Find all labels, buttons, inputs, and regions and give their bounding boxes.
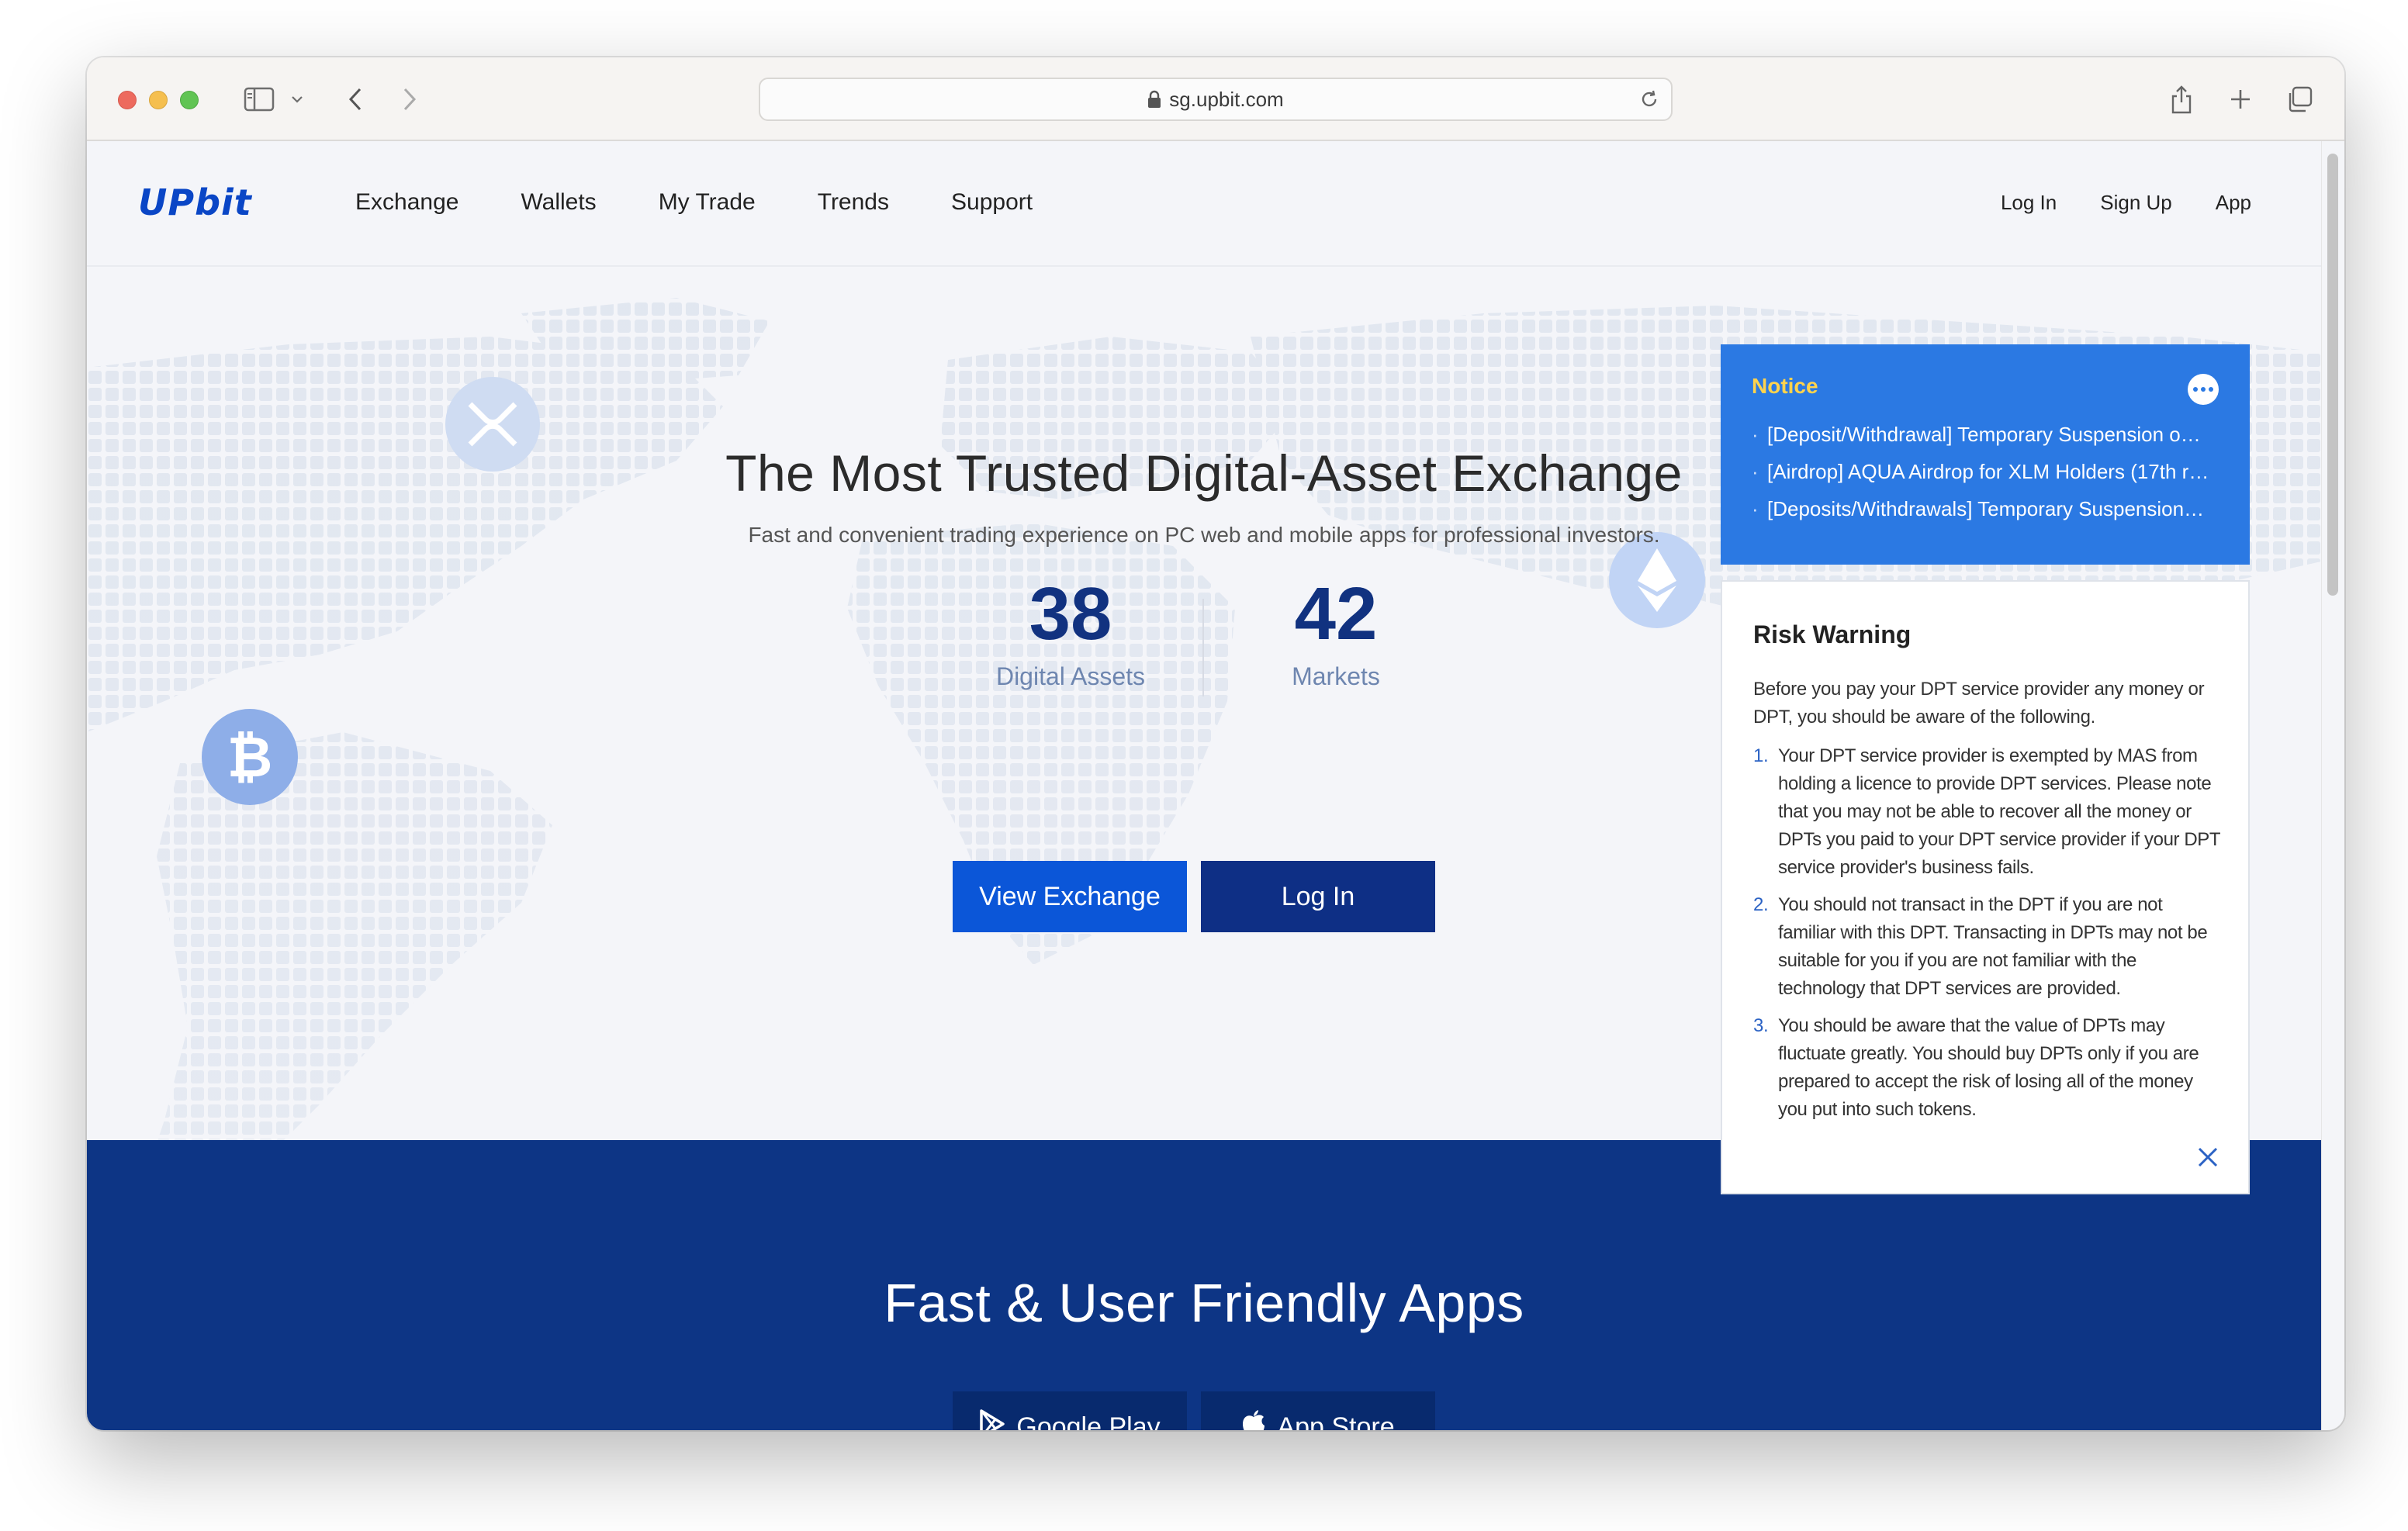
stat-digital-assets: 38 Digital Assets [946,577,1195,691]
chevron-down-icon[interactable] [285,79,309,119]
risk-warning-list: 1. Your DPT service provider is exempted… [1753,742,2222,1124]
risk-warning-intro: Before you pay your DPT service provider… [1753,679,2205,727]
risk-item-text: You should be aware that the value of DP… [1778,1015,2199,1120]
browser-window: sg.upbit.com UPbit Exchange Wallets My T… [87,57,2344,1430]
notice-title: Notice [1752,374,1818,398]
back-icon[interactable] [335,79,375,119]
close-icon[interactable] [2195,1145,2220,1170]
app-store-label: App Store [1277,1412,1395,1431]
app-store-button[interactable]: App Store [1201,1391,1435,1430]
address-bar[interactable]: sg.upbit.com [759,78,1673,121]
risk-item-number: 3. [1753,1015,1769,1036]
notice-list: [Deposit/Withdrawal] Temporary Suspensio… [1752,416,2219,527]
nav-app[interactable]: App [2216,191,2251,215]
nav-log-in[interactable]: Log In [2001,191,2057,215]
nav-exchange[interactable]: Exchange [355,189,458,216]
stat-label: Digital Assets [995,662,1146,690]
risk-warning-panel: Risk Warning Before you pay your DPT ser… [1721,580,2250,1194]
view-exchange-button[interactable]: View Exchange [953,861,1187,932]
google-play-icon [979,1408,1005,1430]
risk-item-text: Your DPT service provider is exempted by… [1778,745,2220,878]
account-menu: Log In Sign Up App [1957,191,2251,215]
main-menu: Exchange Wallets My Trade Trends Support [355,189,1095,216]
risk-item: 3. You should be aware that the value of… [1753,1012,2222,1124]
lock-icon [1147,90,1161,109]
nav-trends[interactable]: Trends [818,189,889,216]
stat-label: Markets [1292,662,1380,690]
notice-item[interactable]: [Airdrop] AQUA Airdrop for XLM Holders (… [1752,453,2219,490]
risk-item: 1. Your DPT service provider is exempted… [1753,742,2222,882]
tab-overview-icon[interactable] [2279,79,2320,119]
risk-warning-title: Risk Warning [1753,620,1912,648]
hero-log-in-button[interactable]: Log In [1201,861,1435,932]
risk-item-text: You should not transact in the DPT if yo… [1778,894,2208,999]
nav-my-trade[interactable]: My Trade [659,189,756,216]
risk-item: 2. You should not transact in the DPT if… [1753,891,2222,1003]
notice-item[interactable]: [Deposits/Withdrawals] Temporary Suspens… [1752,490,2219,527]
nav-sign-up[interactable]: Sign Up [2100,191,2172,215]
close-window-button[interactable] [118,91,137,109]
nav-support[interactable]: Support [951,189,1033,216]
browser-toolbar: sg.upbit.com [87,57,2344,141]
risk-item-number: 2. [1753,894,1769,915]
reload-icon[interactable] [1638,88,1660,110]
minimize-window-button[interactable] [149,91,168,109]
stat-divider [1202,599,1204,696]
stat-value: 38 [1029,572,1112,655]
notice-panel: Notice [Deposit/Withdrawal] Temporary Su… [1721,344,2250,565]
url-text: sg.upbit.com [1169,87,1284,111]
more-options-icon[interactable] [2188,374,2219,405]
sidebar-toggle-icon[interactable] [239,79,279,119]
upbit-logo[interactable]: UPbit [138,181,252,223]
apple-icon [1241,1409,1266,1430]
risk-item-number: 1. [1753,745,1769,766]
page-content: UPbit Exchange Wallets My Trade Trends S… [87,141,2321,1430]
new-tab-icon[interactable] [2220,79,2261,119]
google-play-button[interactable]: Google Play [953,1391,1187,1430]
stat-markets: 42 Markets [1212,577,1460,691]
top-navigation: UPbit Exchange Wallets My Trade Trends S… [87,141,2321,267]
zoom-window-button[interactable] [180,91,199,109]
stat-value: 42 [1294,572,1378,655]
nav-wallets[interactable]: Wallets [521,189,596,216]
scrollbar-thumb[interactable] [2327,154,2338,596]
bitcoin-coin-icon: ₿ [202,709,298,805]
forward-icon[interactable] [389,79,430,119]
notice-item[interactable]: [Deposit/Withdrawal] Temporary Suspensio… [1752,416,2219,453]
apps-title: Fast & User Friendly Apps [884,1273,1524,1333]
google-play-label: Google Play [1016,1412,1161,1431]
share-icon[interactable] [2161,79,2202,119]
